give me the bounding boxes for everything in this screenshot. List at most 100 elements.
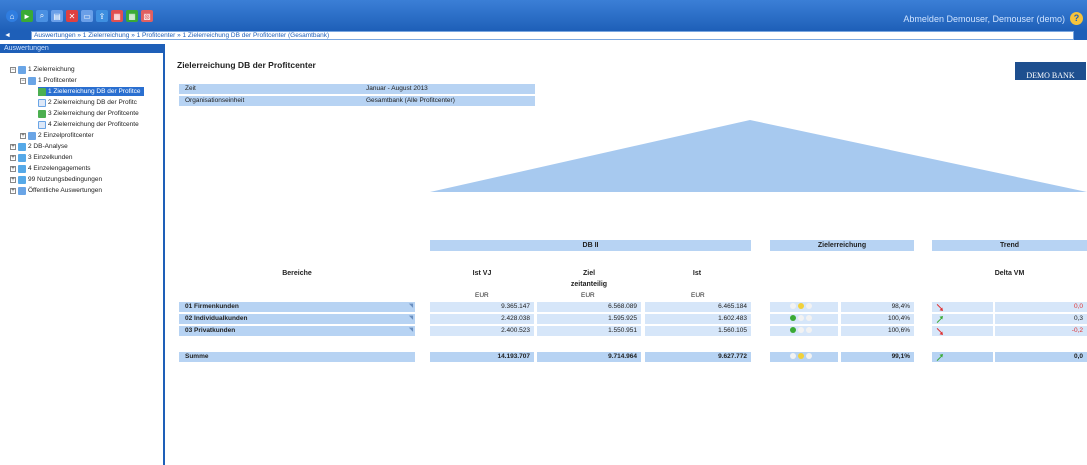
sidebar-item-label: 2 Zielerreichung DB der Profitc bbox=[48, 99, 137, 106]
folder-icon bbox=[28, 76, 36, 85]
expand-icon[interactable]: + bbox=[10, 165, 16, 172]
bereich-cell[interactable]: 03 Privatkunden ◥ bbox=[179, 326, 415, 336]
traffic-light-icon bbox=[790, 353, 796, 360]
sidebar-item-label: 1 Zielerreichung DB der Profitce bbox=[48, 88, 141, 95]
sidebar-item[interactable]: +4 Einzelengagements bbox=[10, 164, 91, 173]
help-icon[interactable]: ? bbox=[1070, 12, 1083, 25]
trend-cell bbox=[932, 352, 993, 362]
traffic-lights bbox=[790, 314, 814, 324]
zielerreichung-pct-text: 99,1% bbox=[891, 353, 910, 360]
folder-icon bbox=[18, 186, 26, 195]
bereich-cell[interactable]: Summe bbox=[179, 352, 415, 362]
expand-icon[interactable]: + bbox=[20, 132, 26, 139]
bereich-text: 01 Firmenkunden bbox=[185, 303, 239, 310]
drilldown-icon[interactable]: ◥ bbox=[409, 325, 413, 335]
delta-vm-cell: 0,3 bbox=[995, 314, 1087, 324]
ziel-text: 1.550.951 bbox=[608, 327, 637, 334]
traffic-light-icon bbox=[790, 327, 796, 334]
traffic-light-icon bbox=[798, 353, 804, 360]
folder-icon bbox=[18, 65, 26, 74]
traffic-light-icon bbox=[798, 315, 804, 322]
expand-icon[interactable]: + bbox=[10, 154, 16, 161]
search-icon[interactable]: ⌕ bbox=[36, 10, 48, 22]
bereich-cell[interactable]: 01 Firmenkunden ◥ bbox=[179, 302, 415, 312]
sidebar-item-label: 2 DB-Analyse bbox=[28, 143, 68, 150]
pdf-icon[interactable]: ▦ bbox=[111, 10, 123, 22]
pyramid-shape bbox=[430, 120, 1087, 192]
collapse-icon[interactable]: − bbox=[20, 77, 26, 84]
table-row: 01 Firmenkunden ◥ 9.365.147 6.568.089 6.465.… bbox=[175, 302, 1087, 312]
ist-vj-text: 2.400.523 bbox=[501, 327, 530, 334]
user-logout-link[interactable]: Abmelden Demouser, Demouser (demo) bbox=[903, 14, 1065, 24]
sidebar-item-label: 3 Zielerreichung der Profitcente bbox=[48, 110, 139, 117]
document-icon[interactable]: ▤ bbox=[51, 10, 63, 22]
sidebar-item[interactable]: +2 Einzelprofitcenter bbox=[20, 131, 94, 140]
expand-icon[interactable]: + bbox=[10, 176, 16, 183]
bereich-text: 02 Individualkunden bbox=[185, 315, 248, 322]
trend-cell bbox=[932, 302, 993, 312]
traffic-lights bbox=[790, 326, 814, 336]
trend-down-icon bbox=[936, 328, 943, 335]
expand-icon[interactable]: + bbox=[10, 187, 16, 194]
report-icon bbox=[18, 153, 26, 162]
sidebar-item[interactable]: +3 Einzelkunden bbox=[10, 153, 72, 162]
unit-ziel: EUR bbox=[581, 292, 595, 299]
sidebar-item[interactable]: − 1 Profitcenter bbox=[20, 76, 77, 85]
zielerreichung-pct-cell: 100,6% bbox=[841, 326, 914, 336]
delete-icon[interactable]: ✕ bbox=[66, 10, 78, 22]
trend-down-icon bbox=[936, 304, 943, 311]
ist-cell: 6.465.184 bbox=[645, 302, 751, 312]
sidebar-item[interactable]: 3 Zielerreichung der Profitcente bbox=[38, 109, 139, 118]
sidebar-item-label: 99 Nutzungsbedingungen bbox=[28, 176, 103, 183]
ist-cell: 9.627.772 bbox=[645, 352, 751, 362]
ist-vj-text: 2.428.038 bbox=[501, 315, 530, 322]
run-icon[interactable]: ► bbox=[21, 10, 33, 22]
traffic-light-icon bbox=[798, 303, 804, 310]
col-ziel-sub: zeitanteilig bbox=[570, 281, 608, 288]
sidebar-item[interactable]: 4 Zielerreichung der Profitcente bbox=[38, 120, 139, 129]
sidebar-item[interactable]: +2 DB-Analyse bbox=[10, 142, 68, 151]
report-icon bbox=[18, 142, 26, 151]
traffic-light-icon bbox=[806, 303, 812, 310]
back-arrow-icon[interactable]: ◄ bbox=[4, 31, 11, 40]
delta-vm-cell: -0,2 bbox=[995, 326, 1087, 336]
drilldown-icon[interactable]: ◥ bbox=[409, 301, 413, 311]
collapse-icon[interactable]: − bbox=[10, 66, 16, 73]
breadcrumb[interactable]: Auswertungen » 1 Zielerreichung » 1 Prof… bbox=[31, 31, 1074, 40]
delta-vm-cell: 0,0 bbox=[995, 302, 1087, 312]
toolbar-icons: ⌂ ► ⌕ ▤ ✕ ▭ ⇪ ▦ ▦ ▧ bbox=[6, 10, 153, 22]
expand-icon[interactable]: + bbox=[10, 143, 16, 150]
ziel-text: 1.595.925 bbox=[608, 315, 637, 322]
export-icon[interactable]: ⇪ bbox=[96, 10, 108, 22]
drilldown-icon[interactable]: ◥ bbox=[409, 313, 413, 323]
sidebar-item-label: 1 Zielerreichung bbox=[28, 66, 75, 73]
ist-vj-cell: 9.365.147 bbox=[430, 302, 534, 312]
sidebar-item[interactable]: 2 Zielerreichung DB der Profitc bbox=[38, 98, 137, 107]
sidebar-title: Auswertungen bbox=[0, 44, 163, 53]
traffic-light-cell bbox=[770, 302, 838, 312]
folder-icon bbox=[28, 131, 36, 140]
ist-vj-text: 14.193.707 bbox=[497, 353, 530, 360]
sidebar-item[interactable]: − 1 Zielerreichung bbox=[10, 65, 75, 74]
zielerreichung-pct-cell: 99,1% bbox=[841, 352, 914, 362]
col-ist: Ist bbox=[692, 270, 702, 277]
sidebar-item[interactable]: + Öffentliche Auswertungen bbox=[10, 186, 102, 195]
home-icon[interactable]: ⌂ bbox=[6, 10, 18, 22]
report-icon bbox=[18, 164, 26, 173]
trend-cell bbox=[932, 314, 993, 324]
traffic-light-cell bbox=[770, 352, 838, 362]
unit-ist: EUR bbox=[691, 292, 705, 299]
zielerreichung-pct-cell: 98,4% bbox=[841, 302, 914, 312]
group-header-trend: Trend bbox=[932, 240, 1087, 251]
window-icon[interactable]: ▭ bbox=[81, 10, 93, 22]
top-toolbar: ⌂ ► ⌕ ▤ ✕ ▭ ⇪ ▦ ▦ ▧ Abmelden Demouser, D… bbox=[0, 0, 1087, 31]
ziel-cell: 6.568.089 bbox=[537, 302, 641, 312]
sidebar-item[interactable]: 1 Zielerreichung DB der Profitce bbox=[38, 87, 144, 96]
sidebar-item[interactable]: +99 Nutzungsbedingungen bbox=[10, 175, 102, 184]
print-icon[interactable]: ▧ bbox=[141, 10, 153, 22]
traffic-light-icon bbox=[806, 315, 812, 322]
trend-up-icon bbox=[936, 316, 943, 323]
bereich-cell[interactable]: 02 Individualkunden ◥ bbox=[179, 314, 415, 324]
excel-icon[interactable]: ▦ bbox=[126, 10, 138, 22]
ist-text: 1.602.483 bbox=[718, 315, 747, 322]
